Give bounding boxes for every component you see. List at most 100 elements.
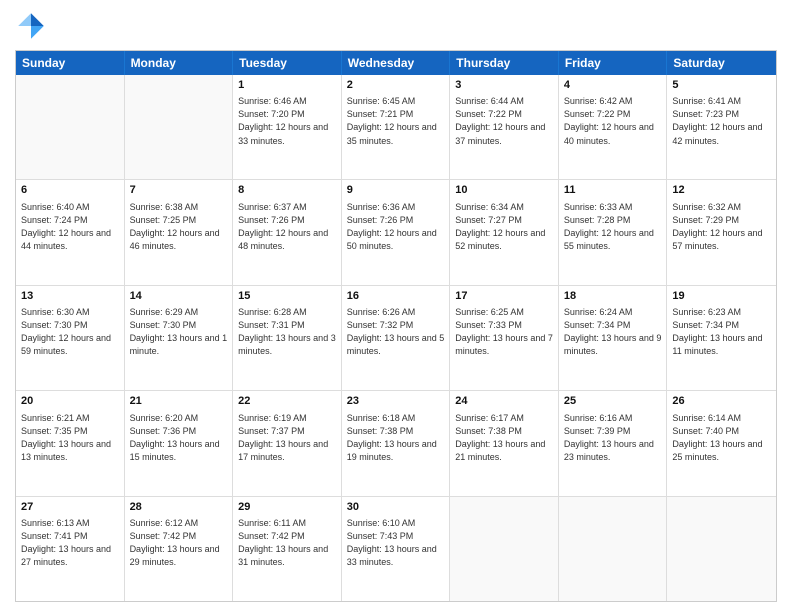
- calendar-cell: 28Sunrise: 6:12 AM Sunset: 7:42 PM Dayli…: [125, 497, 234, 601]
- day-info: Sunrise: 6:12 AM Sunset: 7:42 PM Dayligh…: [130, 517, 228, 569]
- day-number: 24: [455, 394, 553, 409]
- calendar-cell: 16 Sunrise: 6:26 AM Sunset: 7:32 PM Dayli…: [342, 286, 451, 390]
- calendar-cell: [559, 497, 668, 601]
- calendar-header: SundayMondayTuesdayWednesdayThursdayFrid…: [16, 51, 776, 75]
- calendar: SundayMondayTuesdayWednesdayThursdayFrid…: [15, 50, 777, 602]
- day-info: Sunrise: 6:26 AM Sunset: 7:32 PM Dayligh…: [347, 306, 445, 358]
- day-number: 12: [672, 183, 771, 198]
- calendar-cell: 12 Sunrise: 6:32 AM Sunset: 7:29 PM Dayli…: [667, 180, 776, 284]
- day-info: Sunrise: 6:44 AM Sunset: 7:22 PM Dayligh…: [455, 95, 553, 147]
- day-number: 1: [238, 78, 336, 93]
- calendar-cell: 18Sunrise: 6:24 AM Sunset: 7:34 PM Dayli…: [559, 286, 668, 390]
- day-info: Sunrise: 6:30 AM Sunset: 7:30 PM Dayligh…: [21, 306, 119, 358]
- calendar-cell: 8 Sunrise: 6:37 AM Sunset: 7:26 PM Daylig…: [233, 180, 342, 284]
- header: [15, 10, 777, 42]
- calendar-cell: 10 Sunrise: 6:34 AM Sunset: 7:27 PM Dayli…: [450, 180, 559, 284]
- day-number: 3: [455, 78, 553, 93]
- day-info: Sunrise: 6:16 AM Sunset: 7:39 PM Dayligh…: [564, 412, 662, 464]
- header-day-tuesday: Tuesday: [233, 51, 342, 75]
- day-number: 8: [238, 183, 336, 198]
- day-info: Sunrise: 6:38 AM Sunset: 7:25 PM Dayligh…: [130, 201, 228, 253]
- day-info: Sunrise: 6:20 AM Sunset: 7:36 PM Dayligh…: [130, 412, 228, 464]
- calendar-cell: [450, 497, 559, 601]
- day-info: Sunrise: 6:23 AM Sunset: 7:34 PM Dayligh…: [672, 306, 771, 358]
- day-info: Sunrise: 6:10 AM Sunset: 7:43 PM Dayligh…: [347, 517, 445, 569]
- day-info: Sunrise: 6:42 AM Sunset: 7:22 PM Dayligh…: [564, 95, 662, 147]
- calendar-cell: 19 Sunrise: 6:23 AM Sunset: 7:34 PM Dayli…: [667, 286, 776, 390]
- day-number: 21: [130, 394, 228, 409]
- day-number: 9: [347, 183, 445, 198]
- day-number: 23: [347, 394, 445, 409]
- day-info: Sunrise: 6:11 AM Sunset: 7:42 PM Dayligh…: [238, 517, 336, 569]
- calendar-cell: 14 Sunrise: 6:29 AM Sunset: 7:30 PM Dayli…: [125, 286, 234, 390]
- calendar-row-5: 27 Sunrise: 6:13 AM Sunset: 7:41 PM Dayli…: [16, 496, 776, 601]
- calendar-cell: 13 Sunrise: 6:30 AM Sunset: 7:30 PM Dayli…: [16, 286, 125, 390]
- header-day-sunday: Sunday: [16, 51, 125, 75]
- calendar-cell: 23 Sunrise: 6:18 AM Sunset: 7:38 PM Dayli…: [342, 391, 451, 495]
- calendar-cell: 3 Sunrise: 6:44 AM Sunset: 7:22 PM Daylig…: [450, 75, 559, 179]
- day-info: Sunrise: 6:32 AM Sunset: 7:29 PM Dayligh…: [672, 201, 771, 253]
- header-day-thursday: Thursday: [450, 51, 559, 75]
- logo: [15, 10, 51, 42]
- day-info: Sunrise: 6:21 AM Sunset: 7:35 PM Dayligh…: [21, 412, 119, 464]
- day-number: 22: [238, 394, 336, 409]
- day-info: Sunrise: 6:18 AM Sunset: 7:38 PM Dayligh…: [347, 412, 445, 464]
- day-info: Sunrise: 6:40 AM Sunset: 7:24 PM Dayligh…: [21, 201, 119, 253]
- logo-icon: [15, 10, 47, 42]
- day-info: Sunrise: 6:46 AM Sunset: 7:20 PM Dayligh…: [238, 95, 336, 147]
- day-info: Sunrise: 6:17 AM Sunset: 7:38 PM Dayligh…: [455, 412, 553, 464]
- day-number: 16: [347, 289, 445, 304]
- day-info: Sunrise: 6:34 AM Sunset: 7:27 PM Dayligh…: [455, 201, 553, 253]
- calendar-cell: 22 Sunrise: 6:19 AM Sunset: 7:37 PM Dayli…: [233, 391, 342, 495]
- header-day-wednesday: Wednesday: [342, 51, 451, 75]
- day-number: 6: [21, 183, 119, 198]
- day-info: Sunrise: 6:25 AM Sunset: 7:33 PM Dayligh…: [455, 306, 553, 358]
- calendar-cell: 24 Sunrise: 6:17 AM Sunset: 7:38 PM Dayli…: [450, 391, 559, 495]
- day-number: 30: [347, 500, 445, 515]
- calendar-cell: 4 Sunrise: 6:42 AM Sunset: 7:22 PM Daylig…: [559, 75, 668, 179]
- day-number: 14: [130, 289, 228, 304]
- calendar-cell: 17Sunrise: 6:25 AM Sunset: 7:33 PM Dayli…: [450, 286, 559, 390]
- day-number: 18: [564, 289, 662, 304]
- calendar-cell: 2Sunrise: 6:45 AM Sunset: 7:21 PM Daylig…: [342, 75, 451, 179]
- calendar-cell: 20Sunrise: 6:21 AM Sunset: 7:35 PM Dayli…: [16, 391, 125, 495]
- calendar-cell: 29 Sunrise: 6:11 AM Sunset: 7:42 PM Dayli…: [233, 497, 342, 601]
- calendar-cell: 15 Sunrise: 6:28 AM Sunset: 7:31 PM Dayli…: [233, 286, 342, 390]
- day-number: 15: [238, 289, 336, 304]
- calendar-cell: 7Sunrise: 6:38 AM Sunset: 7:25 PM Daylig…: [125, 180, 234, 284]
- calendar-cell: 9 Sunrise: 6:36 AM Sunset: 7:26 PM Daylig…: [342, 180, 451, 284]
- day-info: Sunrise: 6:29 AM Sunset: 7:30 PM Dayligh…: [130, 306, 228, 358]
- day-number: 2: [347, 78, 445, 93]
- calendar-cell: 27 Sunrise: 6:13 AM Sunset: 7:41 PM Dayli…: [16, 497, 125, 601]
- day-number: 27: [21, 500, 119, 515]
- calendar-cell: [125, 75, 234, 179]
- day-number: 10: [455, 183, 553, 198]
- calendar-cell: 21 Sunrise: 6:20 AM Sunset: 7:36 PM Dayli…: [125, 391, 234, 495]
- day-number: 11: [564, 183, 662, 198]
- day-info: Sunrise: 6:37 AM Sunset: 7:26 PM Dayligh…: [238, 201, 336, 253]
- page: SundayMondayTuesdayWednesdayThursdayFrid…: [0, 0, 792, 612]
- day-info: Sunrise: 6:41 AM Sunset: 7:23 PM Dayligh…: [672, 95, 771, 147]
- calendar-cell: 6 Sunrise: 6:40 AM Sunset: 7:24 PM Daylig…: [16, 180, 125, 284]
- calendar-cell: 5Sunrise: 6:41 AM Sunset: 7:23 PM Daylig…: [667, 75, 776, 179]
- day-info: Sunrise: 6:19 AM Sunset: 7:37 PM Dayligh…: [238, 412, 336, 464]
- day-number: 26: [672, 394, 771, 409]
- calendar-body: 1 Sunrise: 6:46 AM Sunset: 7:20 PM Daylig…: [16, 75, 776, 601]
- day-info: Sunrise: 6:36 AM Sunset: 7:26 PM Dayligh…: [347, 201, 445, 253]
- day-number: 19: [672, 289, 771, 304]
- calendar-cell: [16, 75, 125, 179]
- day-number: 13: [21, 289, 119, 304]
- day-number: 25: [564, 394, 662, 409]
- calendar-cell: 25 Sunrise: 6:16 AM Sunset: 7:39 PM Dayli…: [559, 391, 668, 495]
- calendar-cell: 11 Sunrise: 6:33 AM Sunset: 7:28 PM Dayli…: [559, 180, 668, 284]
- day-number: 29: [238, 500, 336, 515]
- day-info: Sunrise: 6:28 AM Sunset: 7:31 PM Dayligh…: [238, 306, 336, 358]
- calendar-row-3: 13 Sunrise: 6:30 AM Sunset: 7:30 PM Dayli…: [16, 285, 776, 390]
- header-day-monday: Monday: [125, 51, 234, 75]
- day-number: 4: [564, 78, 662, 93]
- calendar-cell: 1 Sunrise: 6:46 AM Sunset: 7:20 PM Daylig…: [233, 75, 342, 179]
- calendar-row-4: 20Sunrise: 6:21 AM Sunset: 7:35 PM Dayli…: [16, 390, 776, 495]
- day-info: Sunrise: 6:13 AM Sunset: 7:41 PM Dayligh…: [21, 517, 119, 569]
- calendar-cell: 26Sunrise: 6:14 AM Sunset: 7:40 PM Dayli…: [667, 391, 776, 495]
- day-info: Sunrise: 6:33 AM Sunset: 7:28 PM Dayligh…: [564, 201, 662, 253]
